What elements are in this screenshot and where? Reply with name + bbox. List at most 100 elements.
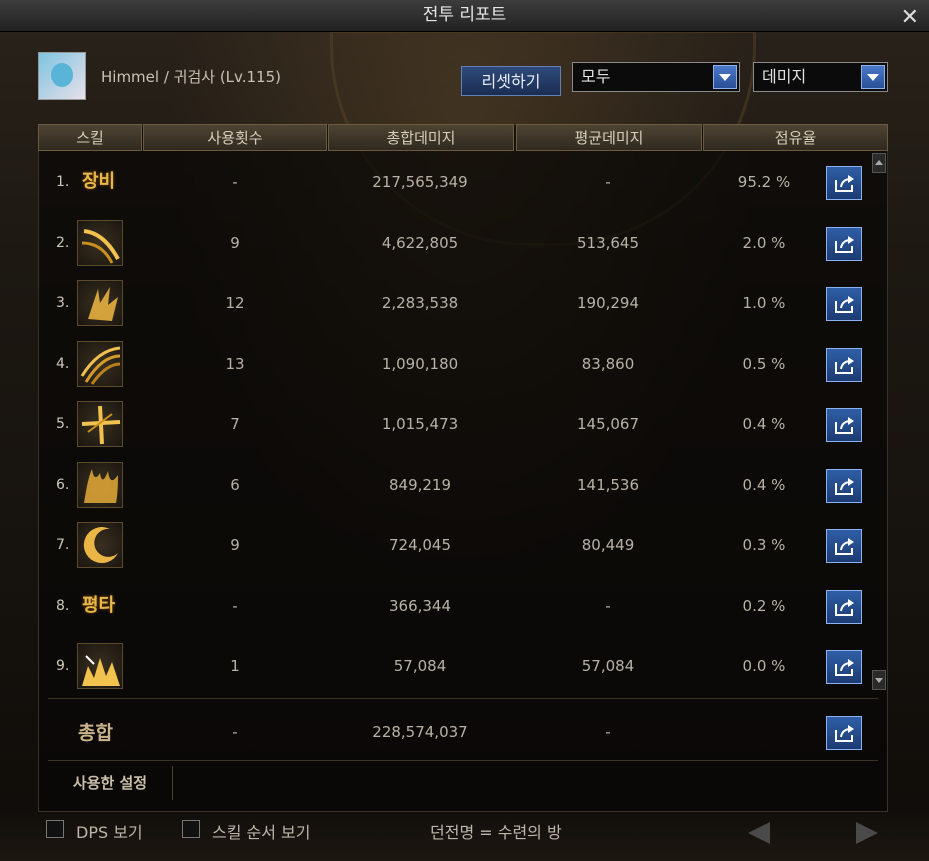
row-share: 1.0 %	[742, 294, 786, 312]
share-button[interactable]	[826, 529, 862, 563]
row-avg-damage: -	[605, 173, 611, 191]
dps-checkbox[interactable]	[46, 820, 64, 838]
table-row: 3. 12 2,283,538 190,294 1.0 %	[40, 273, 870, 333]
table-row: 2. 9 4,622,805 513,645 2.0 %	[40, 213, 870, 273]
total-uses: -	[232, 723, 238, 741]
row-rank: 6.	[56, 476, 70, 493]
row-share: 0.3 %	[742, 536, 786, 554]
share-icon	[835, 538, 854, 555]
skill-name: 평타	[82, 594, 116, 616]
skill-name: 장비	[82, 171, 116, 192]
table-row: 8. 평타 - 366,344 - 0.2 %	[40, 576, 870, 636]
row-uses: 9	[230, 233, 240, 252]
row-rank: 1.	[56, 174, 70, 190]
row-total-damage: 217,565,349	[372, 173, 468, 191]
share-button[interactable]	[826, 468, 862, 503]
share-button[interactable]	[826, 408, 862, 442]
row-uses: 13	[225, 354, 245, 373]
skill-order-label: 스킬 순서 보기	[212, 823, 311, 842]
row-avg-damage: 83,860	[581, 354, 635, 373]
share-icon	[835, 477, 854, 495]
share-button[interactable]	[826, 716, 862, 750]
row-uses: 1	[230, 657, 240, 675]
player-info: Himmel / 귀검사 (Lv.115)	[101, 68, 281, 86]
row-rank: 2.	[56, 234, 70, 251]
avatar	[38, 52, 86, 100]
next-arrow-icon[interactable]	[856, 822, 878, 844]
dps-label: DPS 보기	[76, 823, 143, 842]
row-total-damage: 724,045	[388, 536, 452, 554]
header-total-damage[interactable]: 총합데미지	[328, 124, 514, 151]
row-avg-damage: 190,294	[576, 294, 640, 312]
skill-order-checkbox[interactable]	[182, 820, 200, 838]
table-row: 6. 6 849,219 141,536 0.4 %	[40, 455, 870, 515]
type-select[interactable]: 데미지	[753, 62, 888, 92]
row-share: 95.2 %	[737, 173, 791, 191]
scroll-down-button[interactable]	[872, 670, 886, 690]
row-share: 0.2 %	[742, 596, 786, 615]
row-avg-damage: 513,645	[576, 233, 640, 252]
slash-arc-icon	[77, 219, 123, 266]
table-row: 7. 9 724,045 80,449 0.3 %	[40, 515, 870, 575]
row-share: 0.4 %	[742, 475, 786, 494]
filter-select[interactable]: 모두	[572, 62, 740, 92]
share-icon	[835, 417, 854, 434]
share-button[interactable]	[826, 166, 862, 200]
total-damage: 228,574,037	[372, 723, 468, 741]
row-rank: 8.	[56, 597, 70, 614]
row-total-damage: 1,090,180	[381, 354, 459, 373]
row-rank: 5.	[56, 416, 70, 432]
row-rank: 7.	[56, 537, 70, 553]
share-icon	[835, 725, 854, 742]
share-button[interactable]	[826, 650, 862, 684]
table-header: 스킬 사용횟수 총합데미지 평균데미지 점유율	[38, 124, 888, 152]
header-share[interactable]: 점유율	[703, 124, 888, 151]
window-title: 전투 리포트	[422, 5, 507, 25]
row-share: 0.5 %	[742, 354, 786, 373]
row-total-damage: 849,219	[388, 475, 452, 494]
table-row: 1. 장비 - 217,565,349 - 95.2 %	[40, 152, 870, 212]
table-row: 5. 7 1,015,473 145,067 0.4 %	[40, 394, 870, 454]
spike-flame-icon	[77, 643, 123, 689]
header-uses[interactable]: 사용횟수	[143, 124, 327, 151]
settings-divider	[48, 760, 878, 761]
tab-used-settings[interactable]: 사용한 설정	[48, 766, 173, 800]
row-avg-damage: 57,084	[581, 657, 635, 675]
claw-wave-icon	[77, 340, 123, 387]
reset-button[interactable]: 리셋하기	[461, 66, 561, 96]
window-titlebar[interactable]: 전투 리포트 ✕	[0, 0, 929, 32]
row-rank: 3.	[56, 295, 70, 311]
share-button[interactable]	[826, 226, 862, 261]
share-icon	[835, 659, 854, 676]
row-share: 0.0 %	[742, 657, 786, 675]
row-avg-damage: 141,536	[576, 475, 640, 494]
chevron-down-icon	[713, 65, 737, 89]
row-rank: 9.	[56, 658, 70, 674]
row-total-damage: 366,344	[388, 596, 452, 615]
share-button[interactable]	[826, 287, 862, 321]
total-row: - 228,574,037 -	[40, 702, 870, 762]
row-uses: 9	[230, 536, 240, 554]
share-button[interactable]	[826, 589, 862, 624]
share-icon	[835, 235, 854, 253]
chevron-down-icon	[861, 65, 885, 89]
row-share: 0.4 %	[742, 415, 786, 433]
cross-strike-icon	[77, 401, 123, 447]
share-icon	[835, 356, 854, 374]
table-row: 4. 13 1,090,180 83,860 0.5 %	[40, 334, 870, 394]
share-button[interactable]	[826, 347, 862, 382]
header-avg-damage[interactable]: 평균데미지	[516, 124, 702, 151]
row-avg-damage: 80,449	[581, 536, 635, 554]
blade-burst-icon	[77, 280, 123, 326]
crescent-icon	[77, 522, 123, 568]
row-total-damage: 4,622,805	[381, 233, 459, 252]
prev-arrow-icon[interactable]	[748, 822, 770, 844]
scroll-up-button[interactable]	[872, 153, 886, 173]
header-skill[interactable]: 스킬	[38, 124, 142, 151]
filter-select-value: 모두	[581, 67, 611, 86]
share-icon	[835, 175, 854, 192]
row-total-damage: 1,015,473	[381, 415, 459, 433]
row-rank: 4.	[56, 355, 70, 372]
share-icon	[835, 296, 854, 313]
close-icon[interactable]: ✕	[901, 2, 919, 33]
